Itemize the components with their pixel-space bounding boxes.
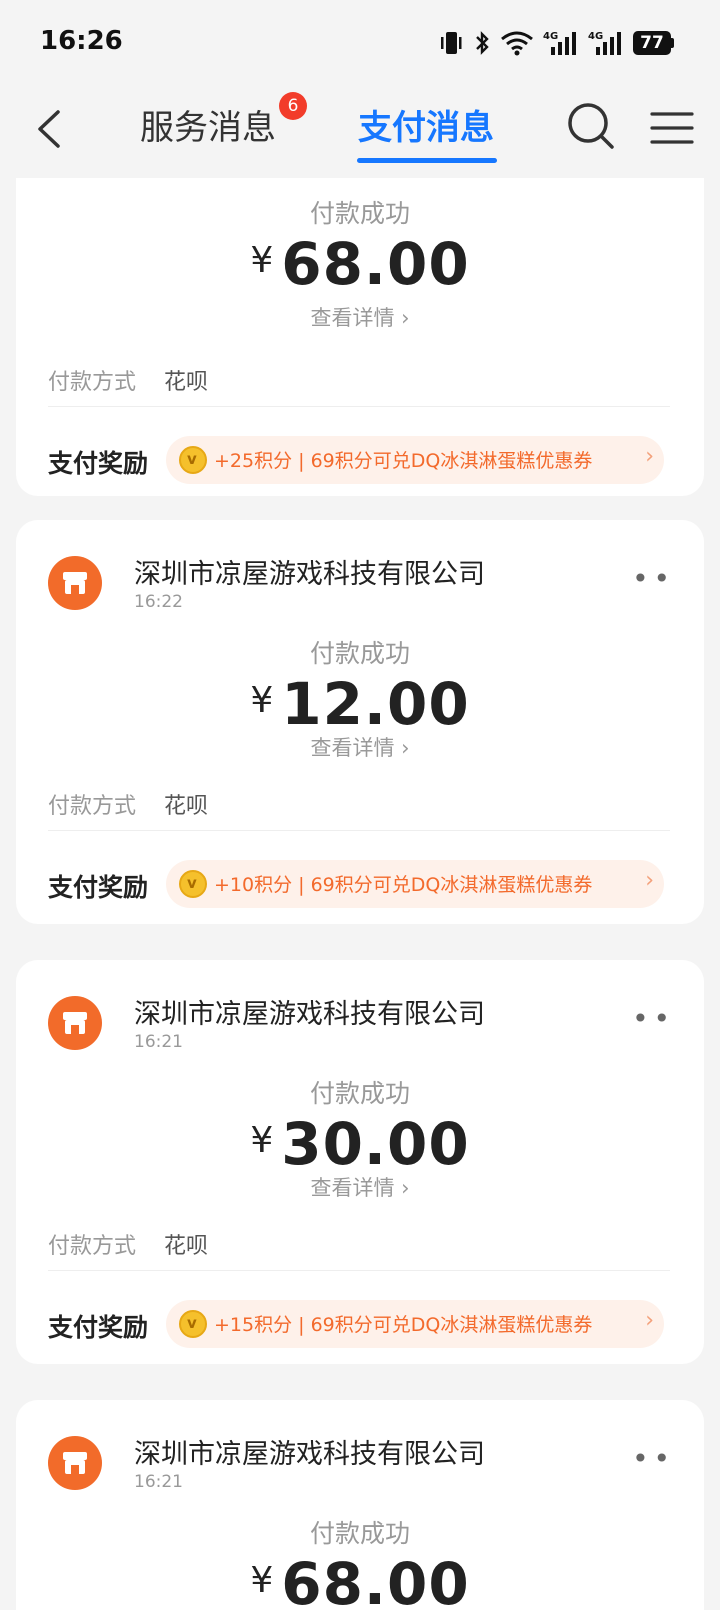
payment-method-value: 花呗 (164, 794, 209, 819)
tab-payment-messages[interactable]: 支付消息 (358, 100, 494, 149)
payment-card[interactable]: 付款成功 ¥68.00 查看详情 › 付款方式 花呗 支付奖励 v +25积分 … (16, 178, 704, 496)
signal-4g-icon: 4G (543, 31, 576, 55)
status-icons: 4G 4G 77 (438, 28, 674, 58)
reward-text: +15积分 | 69积分可兑DQ冰淇淋蛋糕优惠券 (214, 1314, 593, 1336)
payment-method-label: 付款方式 (48, 1234, 137, 1259)
payment-method-label: 付款方式 (48, 794, 137, 819)
reward-label: 支付奖励 (48, 1313, 149, 1342)
battery-icon: 77 (633, 31, 674, 55)
view-details-link[interactable]: 查看详情 › (16, 1172, 704, 1202)
divider (48, 406, 670, 407)
payment-status: 付款成功 (309, 639, 410, 668)
card-header: 深圳市凉屋游戏科技有限公司 16:21 • • (48, 1432, 670, 1492)
merchant-name[interactable]: 深圳市凉屋游戏科技有限公司 (134, 1432, 485, 1471)
active-tab-indicator (357, 158, 497, 163)
payment-status: 付款成功 (309, 199, 410, 228)
coin-icon: v (179, 446, 207, 474)
unread-badge: 6 (279, 92, 307, 120)
reward-promo[interactable]: v +10积分 | 69积分可兑DQ冰淇淋蛋糕优惠券 › (166, 860, 664, 908)
chevron-right-icon: › (645, 444, 654, 469)
payment-card[interactable]: 深圳市凉屋游戏科技有限公司 16:21 • • 付款成功 ¥30.00 查看详情… (16, 960, 704, 1364)
payment-card[interactable]: 深圳市凉屋游戏科技有限公司 16:22 • • 付款成功 ¥12.00 查看详情… (16, 520, 704, 924)
card-header: 深圳市凉屋游戏科技有限公司 16:21 • • (48, 992, 670, 1052)
payment-method-label: 付款方式 (48, 370, 137, 395)
tab-service-messages[interactable]: 服务消息 (140, 100, 276, 149)
store-icon[interactable] (48, 996, 102, 1050)
svg-text:4G: 4G (543, 31, 558, 42)
store-icon[interactable] (48, 556, 102, 610)
payment-amount: ¥30.00 (250, 1110, 470, 1178)
message-time: 16:21 (134, 1472, 183, 1492)
back-arrow-icon[interactable] (30, 104, 70, 154)
payment-method-value: 花呗 (164, 370, 209, 395)
payment-status: 付款成功 (309, 1079, 410, 1108)
bluetooth-icon (476, 31, 489, 55)
merchant-name[interactable]: 深圳市凉屋游戏科技有限公司 (134, 992, 485, 1031)
payment-amount: ¥12.00 (250, 670, 470, 738)
battery-level: 77 (633, 31, 671, 55)
more-icon[interactable]: • • (632, 1002, 670, 1035)
reward-text: +10积分 | 69积分可兑DQ冰淇淋蛋糕优惠券 (214, 874, 593, 896)
payment-amount: ¥68.00 (250, 1550, 470, 1610)
chevron-right-icon: › (645, 868, 654, 893)
menu-icon[interactable] (650, 108, 694, 148)
chevron-right-icon: › (401, 1176, 410, 1200)
payment-method-value: 花呗 (164, 1234, 209, 1259)
nav-bar: 服务消息 6 支付消息 (0, 86, 720, 178)
coin-icon: v (179, 870, 207, 898)
reward-label: 支付奖励 (48, 873, 149, 902)
divider (48, 1270, 670, 1271)
store-icon[interactable] (48, 1436, 102, 1490)
message-feed[interactable]: 付款成功 ¥68.00 查看详情 › 付款方式 花呗 支付奖励 v +25积分 … (0, 178, 720, 1610)
coin-icon: v (179, 1310, 207, 1338)
svg-text:4G: 4G (588, 31, 603, 42)
status-bar: 16:26 4G 4G 77 (0, 0, 720, 86)
card-header: 深圳市凉屋游戏科技有限公司 16:22 • • (48, 552, 670, 612)
payment-card[interactable]: 深圳市凉屋游戏科技有限公司 16:21 • • 付款成功 ¥68.00 (16, 1400, 704, 1610)
message-time: 16:22 (134, 592, 183, 612)
message-time: 16:21 (134, 1032, 183, 1052)
signal-4g-icon: 4G (588, 31, 621, 55)
chevron-right-icon: › (401, 736, 410, 760)
status-time: 16:26 (40, 26, 123, 56)
vibrate-icon (441, 32, 462, 54)
search-icon[interactable] (565, 100, 617, 152)
chevron-right-icon: › (645, 1308, 654, 1333)
merchant-name[interactable]: 深圳市凉屋游戏科技有限公司 (134, 552, 485, 591)
divider (48, 830, 670, 831)
more-icon[interactable]: • • (632, 562, 670, 595)
more-icon[interactable]: • • (632, 1442, 670, 1475)
payment-status: 付款成功 (309, 1519, 410, 1548)
view-details-link[interactable]: 查看详情 › (16, 732, 704, 762)
reward-text: +25积分 | 69积分可兑DQ冰淇淋蛋糕优惠券 (214, 450, 593, 472)
reward-promo[interactable]: v +25积分 | 69积分可兑DQ冰淇淋蛋糕优惠券 › (166, 436, 664, 484)
chevron-right-icon: › (401, 306, 410, 330)
reward-label: 支付奖励 (48, 449, 149, 478)
reward-promo[interactable]: v +15积分 | 69积分可兑DQ冰淇淋蛋糕优惠券 › (166, 1300, 664, 1348)
view-details-link[interactable]: 查看详情 › (16, 302, 704, 332)
wifi-icon (501, 31, 533, 56)
payment-amount: ¥68.00 (250, 230, 470, 298)
